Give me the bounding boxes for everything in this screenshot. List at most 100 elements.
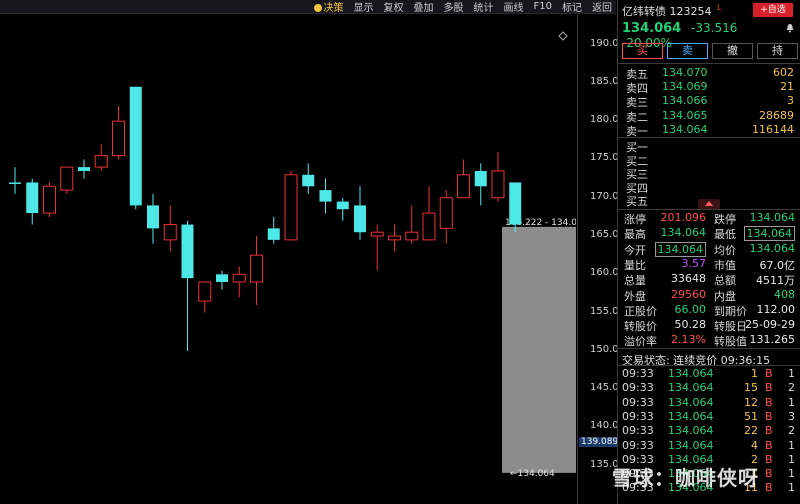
stat-value: 134.064	[654, 241, 706, 257]
tick-row[interactable]: 09:33 134.064 4 B 1	[622, 439, 798, 453]
last-price-tag: 139.089	[579, 437, 621, 447]
stat-item: 涨停 201.096	[624, 211, 706, 226]
bell-icon[interactable]	[785, 23, 795, 33]
bid-level-label: 买五	[626, 195, 648, 209]
toolbar-item[interactable]: 决策	[313, 0, 344, 14]
price-tick-label: 180.0	[590, 114, 619, 126]
toolbar-item[interactable]: 画线	[504, 0, 524, 14]
tick-volume: 12	[744, 395, 758, 409]
stat-item: 转股值 131.265	[714, 333, 795, 348]
tick-side: B	[765, 467, 773, 481]
candle-body	[147, 205, 159, 229]
expand-up-icon[interactable]	[698, 199, 720, 209]
tick-count: 1	[788, 438, 795, 452]
toolbar-item[interactable]: 返回	[592, 0, 612, 14]
tick-count: 1	[788, 395, 795, 409]
price-tick-label: 145.0	[590, 382, 619, 394]
tick-row[interactable]: 09:33 134.064 22 B 2	[622, 424, 798, 438]
positions-button[interactable]: 持	[757, 43, 798, 59]
tick-row[interactable]: 09:33 134.064 1 B 1	[622, 367, 798, 381]
candle-body	[284, 174, 298, 241]
stat-item: 最高 134.064	[624, 226, 706, 241]
divider	[618, 365, 800, 366]
candle-body	[336, 201, 349, 210]
cancel-order-button[interactable]: 撤	[712, 43, 753, 59]
candle-body	[181, 224, 194, 279]
candlestick-chart[interactable]: 166.222 - 134.06←134.064	[0, 14, 576, 504]
settings-diamond-icon	[558, 31, 568, 41]
price-tick-label: 185.0	[590, 75, 619, 87]
bid-row[interactable]: 买二	[622, 153, 796, 168]
toolbar-item[interactable]: 复权	[384, 0, 404, 14]
toolbar-item[interactable]: 多股	[444, 0, 464, 14]
candle-body	[354, 205, 366, 233]
toolbar-item[interactable]: 显示	[354, 0, 374, 14]
tick-volume: 22	[744, 424, 758, 438]
tick-count: 1	[788, 367, 795, 380]
ask-price: 134.069	[662, 80, 708, 94]
toolbar-item[interactable]: 统计	[474, 0, 494, 14]
ask-row[interactable]: 卖二 134.065 28689	[622, 109, 796, 124]
toolbar-item[interactable]: 叠加	[414, 0, 434, 14]
candle-body	[9, 182, 21, 184]
stat-value: 66.00	[674, 302, 707, 316]
candle-body	[163, 224, 177, 241]
tick-row[interactable]: 09:33 134.064 51 B 3	[622, 410, 798, 424]
tick-count: 2	[788, 381, 795, 395]
ask-row[interactable]: 卖五 134.070 602	[622, 66, 796, 81]
toolbar-item-label: 画线	[503, 3, 524, 14]
candle-body	[129, 86, 142, 206]
stat-item: 内盘 408	[714, 288, 795, 303]
buy-button[interactable]: 买	[622, 43, 663, 59]
stat-value: 134.064	[749, 211, 796, 224]
tick-count: 2	[788, 424, 795, 438]
price-tick-label: 175.0	[590, 152, 619, 164]
stat-label: 今开	[624, 243, 646, 257]
tick-price: 134.064	[668, 395, 714, 409]
toolbar-item-label: 叠加	[413, 3, 434, 14]
stat-value: 134.064	[660, 226, 707, 240]
candle-body	[250, 254, 263, 283]
price-tick-label: 165.0	[590, 229, 619, 241]
tick-row[interactable]: 09:33 134.064 12 B 1	[622, 396, 798, 410]
security-name: 亿纬转债	[622, 5, 666, 18]
bid-row[interactable]: 买一	[622, 139, 796, 154]
tick-side: B	[765, 381, 773, 395]
ask-row[interactable]: 卖三 134.066 3	[622, 94, 796, 109]
candle-body	[439, 197, 453, 229]
stat-item: 转股日 25-09-29	[714, 318, 795, 333]
candle-body	[319, 190, 332, 202]
bid-row[interactable]: 买四	[622, 180, 796, 195]
stat-value: 112.00	[756, 302, 796, 316]
stat-label: 转股价	[624, 320, 657, 334]
stat-value: 134.064	[749, 241, 796, 255]
sell-button[interactable]: 卖	[667, 43, 708, 59]
security-code: 123254	[669, 5, 712, 18]
price-tick-label: 150.0	[590, 343, 619, 355]
candle-body	[302, 174, 315, 187]
lightbulb-icon	[313, 4, 322, 12]
ask-row[interactable]: 卖四 134.069 21	[622, 80, 796, 95]
stat-label: 涨停	[624, 213, 646, 226]
price-tick-label: 190.0	[590, 37, 619, 49]
toolbar-item[interactable]: F10	[534, 1, 552, 12]
candle-body	[60, 166, 74, 191]
stat-item: 今开 134.064	[624, 241, 706, 257]
candle-body	[26, 182, 39, 214]
ask-row[interactable]: 卖一 134.064 116144	[622, 123, 796, 138]
bid-row[interactable]: 买三	[622, 166, 796, 181]
divider	[618, 63, 800, 64]
tick-count: 1	[788, 452, 795, 466]
candle-body	[474, 170, 487, 187]
candle-body	[267, 228, 280, 240]
ask-price: 134.066	[662, 94, 708, 108]
candle-body	[112, 120, 125, 157]
toolbar-item[interactable]: 标记	[562, 0, 582, 14]
stat-item: 均价 134.064	[714, 242, 795, 257]
tick-row[interactable]: 09:33 134.064 15 B 2	[622, 381, 798, 395]
divider	[618, 209, 800, 210]
price-change: -33.516	[691, 21, 738, 35]
tick-side: B	[765, 452, 773, 466]
add-watchlist-button[interactable]: +自选	[753, 3, 793, 17]
toolbar-item-label: 复权	[383, 3, 404, 14]
